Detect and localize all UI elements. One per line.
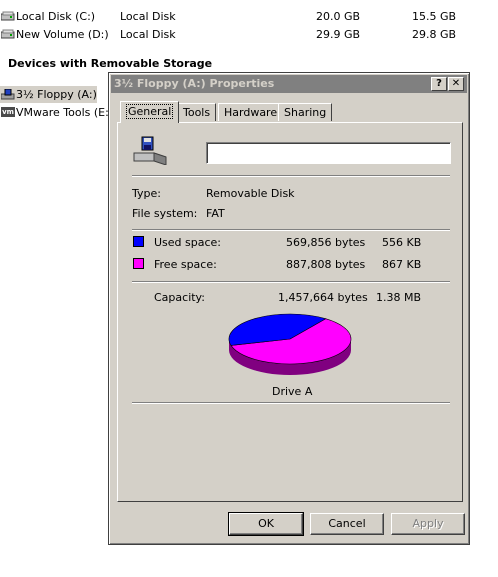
drive-free-space: 15.5 GB [412, 10, 457, 23]
free-space-swatch [133, 258, 144, 269]
tab-general[interactable]: General [120, 101, 180, 123]
drive-total-size: 20.0 GB [316, 10, 361, 23]
separator [132, 281, 450, 283]
drive-type: Local Disk [120, 28, 176, 41]
type-label: Type: [132, 187, 161, 200]
floppy-drive-icon [1, 89, 15, 100]
drive-total-size: 29.9 GB [316, 28, 361, 41]
removable-item-label: VMware Tools (E:) [16, 106, 114, 119]
free-space-size: 867 KB [382, 258, 422, 271]
cancel-button[interactable]: Cancel [310, 513, 384, 535]
vmware-cd-icon: vm [1, 107, 15, 117]
capacity-bytes: 1,457,664 bytes [278, 291, 368, 304]
drive-free-space: 29.8 GB [412, 28, 457, 41]
drive-name: Local Disk (C:) [16, 10, 96, 23]
removable-item-vmware[interactable]: vm VMware Tools (E:) [0, 104, 113, 121]
file-system-label: File system: [132, 207, 198, 220]
free-space-label: Free space: [154, 258, 217, 271]
drive-row-d[interactable]: New Volume (D:) Local Disk 29.9 GB 29.8 … [0, 26, 498, 43]
dialog-titlebar[interactable]: 3½ Floppy (A:) Properties ? ✕ [111, 75, 467, 93]
tab-label: General [126, 104, 174, 119]
removable-item-label: 3½ Floppy (A:) [16, 88, 97, 101]
used-space-label: Used space: [154, 236, 222, 249]
capacity-size: 1.38 MB [376, 291, 422, 304]
removable-storage-header: Devices with Removable Storage [8, 57, 213, 70]
dialog-title: 3½ Floppy (A:) Properties [114, 77, 275, 90]
used-space-swatch [133, 236, 144, 247]
used-space-bytes: 569,856 bytes [286, 236, 366, 249]
separator [132, 229, 450, 231]
disk-usage-pie-chart [228, 313, 352, 375]
volume-label-input[interactable] [206, 142, 451, 164]
floppy-drive-icon [133, 136, 167, 165]
drive-type: Local Disk [120, 10, 176, 23]
apply-button[interactable]: Apply [391, 513, 465, 535]
hard-disk-icon [1, 29, 15, 39]
hard-disk-icon [1, 11, 15, 21]
used-space-size: 556 KB [382, 236, 422, 249]
separator [132, 402, 450, 404]
drive-name: New Volume (D:) [16, 28, 109, 41]
tab-tools[interactable]: Tools [177, 103, 217, 121]
free-space-bytes: 887,808 bytes [286, 258, 366, 271]
capacity-label: Capacity: [154, 291, 205, 304]
ok-button[interactable]: OK [228, 512, 304, 536]
tab-hardware[interactable]: Hardware [218, 103, 284, 121]
tab-sharing[interactable]: Sharing [278, 103, 333, 121]
properties-dialog: 3½ Floppy (A:) Properties ? ✕ General To… [108, 72, 470, 545]
close-button[interactable]: ✕ [448, 77, 464, 91]
separator [132, 175, 450, 177]
file-system-value: FAT [206, 207, 225, 220]
help-button[interactable]: ? [431, 77, 447, 91]
general-tab-panel: Type: Removable Disk File system: FAT Us… [117, 122, 463, 502]
drive-caption: Drive A [272, 385, 313, 398]
drive-row-c[interactable]: Local Disk (C:) Local Disk 20.0 GB 15.5 … [0, 8, 498, 25]
type-value: Removable Disk [206, 187, 295, 200]
removable-item-floppy[interactable]: 3½ Floppy (A:) [0, 86, 97, 103]
